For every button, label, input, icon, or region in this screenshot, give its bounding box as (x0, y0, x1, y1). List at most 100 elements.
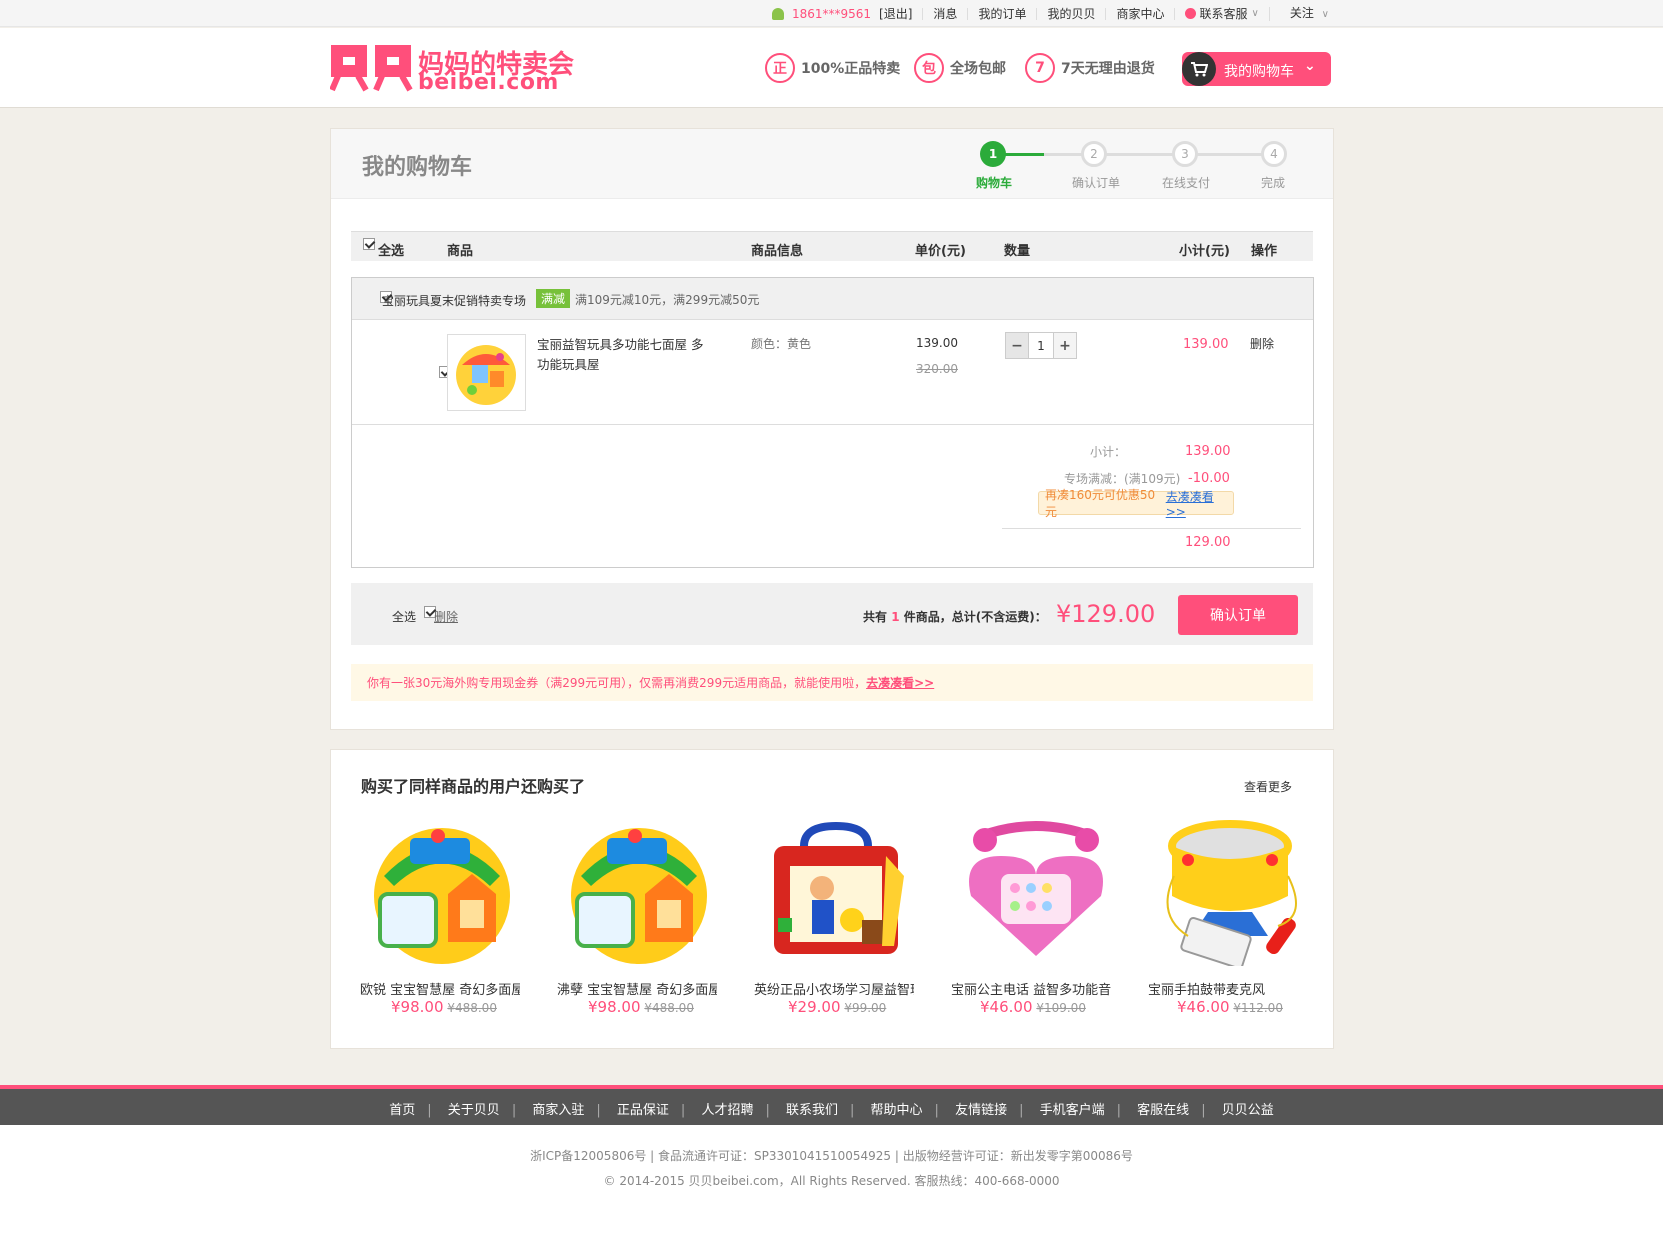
footer-legal: 浙ICP备12005806号 | 食品流通许可证：SP3301041510054… (0, 1125, 1663, 1237)
follow-label: 关注 (1289, 5, 1314, 20)
my-orders-link[interactable]: 我的订单 (967, 7, 1036, 20)
product-card[interactable]: 宝丽公主电话 益智多功能音乐 ¥46.00 ¥109.00 (951, 816, 1121, 1021)
step-line (1044, 153, 1274, 156)
footer-link[interactable]: 关于贝贝 (436, 1103, 512, 1118)
discount-tip-link[interactable]: 去凑凑看>> (1166, 488, 1233, 519)
product-card[interactable]: 英纷正品小农场学习屋益智玩 ¥29.00 ¥99.00 (754, 816, 924, 1021)
product-card[interactable]: 宝丽手拍鼓带麦克风 ¥46.00 ¥112.00 (1148, 816, 1318, 1021)
step-2-label: 确认订单 (1072, 176, 1121, 190)
view-more-link[interactable]: 查看更多 (1244, 778, 1292, 795)
item-divider (352, 424, 1313, 425)
promise-label: 全场包邮 (950, 61, 1006, 77)
count-prefix: 共有 (863, 610, 888, 624)
logout-link[interactable]: [退出] (879, 8, 912, 20)
coupon-link[interactable]: 去凑凑看>> (866, 674, 934, 691)
col-subtotal: 小计(元) (1179, 244, 1230, 259)
delete-item-link[interactable]: 删除 (1250, 335, 1274, 352)
col-qty: 数量 (1004, 244, 1031, 259)
footer-link[interactable]: 首页 (377, 1103, 427, 1118)
footer-link[interactable]: 正品保证 (605, 1103, 681, 1118)
messages-link[interactable]: 消息 (922, 7, 967, 20)
product-name: 沸孽 宝宝智慧屋 奇幻多面屋 (557, 983, 717, 998)
decrease-button[interactable]: − (1006, 333, 1028, 358)
copyright-text: © 2014-2015 贝贝beibei.com，All Rights Rese… (603, 1174, 1060, 1188)
footer-nav: 首页 | 关于贝贝 | 商家入驻 | 正品保证 | 人才招聘 | 联系我们 | 帮助中心 | … (0, 1085, 1663, 1125)
table-header (351, 231, 1313, 261)
product-card[interactable]: 欧锐 宝宝智慧屋 奇幻多面屋 ¥98.00 ¥488.00 (360, 816, 530, 1021)
promo-text: 满109元减10元，满299元减50元 (575, 293, 760, 307)
footer-link[interactable]: 帮助中心 (859, 1103, 935, 1118)
product-orig-price: ¥488.00 (644, 1001, 694, 1015)
cart-icon (1182, 52, 1216, 86)
step-4-label: 完成 (1261, 176, 1286, 190)
authentic-icon: 正 (765, 53, 795, 83)
store-group (351, 277, 1314, 568)
item-name[interactable]: 宝丽益智玩具多功能七面屋 多功能玩具屋 (537, 335, 707, 375)
promo-badge: 满减 (536, 289, 571, 308)
toy-house-image (374, 828, 510, 964)
product-price-row: ¥46.00 ¥112.00 (1177, 998, 1283, 1016)
product-orig-price: ¥488.00 (447, 1001, 497, 1015)
summary-discount-label: 专场满减：(满109元) (1064, 472, 1181, 486)
icp-text: 浙ICP备12005806号 | 食品流通许可证：SP3301041510054… (530, 1149, 1133, 1163)
product-orig-price: ¥109.00 (1036, 1001, 1086, 1015)
confirm-order-button[interactable]: 确认订单 (1178, 595, 1298, 635)
product-card[interactable]: 沸孽 宝宝智慧屋 奇幻多面屋 ¥98.00 ¥488.00 (557, 816, 727, 1021)
promise-return: 7 7天无理由退货 (1025, 53, 1155, 83)
item-price: 139.00 (916, 336, 958, 350)
shipping-icon: 包 (914, 53, 944, 83)
quantity-input[interactable]: 1 (1028, 333, 1054, 358)
my-beibei-link[interactable]: 我的贝贝 (1036, 7, 1105, 20)
product-price: ¥98.00 (391, 998, 444, 1016)
user-account[interactable]: 1861***9561 [退出] (762, 6, 922, 21)
product-name: 宝丽手拍鼓带麦克风 (1148, 983, 1266, 998)
beibei-logo[interactable]: 妈妈的特卖会 beibei.com (330, 44, 574, 95)
merchant-center-link[interactable]: 商家中心 (1105, 7, 1174, 20)
chevron-down-icon: ∨ (1251, 7, 1259, 19)
col-product: 商品 (447, 244, 474, 259)
store-name[interactable]: 宝丽玩具夏末促销特卖专场 (382, 292, 526, 309)
step-1-dot: 1 (980, 141, 1006, 167)
footer-link[interactable]: 商家入驻 (520, 1103, 596, 1118)
toy-house-image (571, 828, 707, 964)
promise-label: 7天无理由退货 (1061, 61, 1155, 77)
product-price: ¥29.00 (788, 998, 841, 1016)
footer-link[interactable]: 友情链接 (943, 1103, 1019, 1118)
footer-link[interactable]: 人才招聘 (689, 1103, 765, 1118)
support-label: 联系客服 (1199, 6, 1248, 21)
summary-subtotal-label: 小计： (1090, 445, 1127, 459)
bottom-select-all-label[interactable]: 全选 (392, 608, 416, 625)
user-phone: 1861***9561 (791, 6, 872, 21)
product-name: 英纷正品小农场学习屋益智玩 (754, 983, 914, 998)
footer-link[interactable]: 联系我们 (774, 1103, 850, 1118)
bottom-delete-link[interactable]: 删除 (434, 608, 458, 625)
increase-button[interactable]: + (1054, 333, 1076, 358)
discount-tip: 再凑160元可优惠50元 去凑凑看>> (1038, 488, 1234, 519)
product-orig-price: ¥99.00 (844, 1001, 887, 1015)
support-menu[interactable]: 联系客服 ∨ (1174, 6, 1268, 21)
select-all-checkbox[interactable] (363, 238, 375, 250)
quantity-stepper: − 1 + (1005, 332, 1077, 359)
top-bar: 1861***9561 [退出] 消息 我的订单 我的贝贝 商家中心 联系客服 … (0, 0, 1663, 27)
follow-menu[interactable]: 关注 ∨ (1268, 5, 1339, 21)
footer-link[interactable]: 贝贝公益 (1210, 1103, 1286, 1118)
product-price: ¥46.00 (980, 998, 1033, 1016)
step-3-label: 在线支付 (1162, 176, 1211, 190)
footer-links: 首页 | 关于贝贝 | 商家入驻 | 正品保证 | 人才招聘 | 联系我们 | 帮助中心 | … (0, 1099, 1663, 1118)
product-orig-price: ¥112.00 (1233, 1001, 1283, 1015)
discount-tip-text: 再凑160元可优惠50元 (1045, 488, 1156, 519)
item-orig-price: 320.00 (916, 362, 958, 376)
col-info: 商品信息 (751, 244, 804, 259)
summary-discount: -10.00 (1188, 471, 1230, 486)
product-name: 宝丽公主电话 益智多功能音乐 (951, 983, 1111, 998)
toy-phone-image (969, 821, 1103, 956)
item-thumbnail[interactable] (447, 334, 526, 411)
footer-link[interactable]: 手机客户端 (1028, 1103, 1117, 1118)
col-price: 单价(元) (915, 244, 966, 259)
product-price-row: ¥46.00 ¥109.00 (980, 998, 1086, 1016)
group-total: 129.00 (1185, 535, 1231, 550)
step-3-dot: 3 (1172, 141, 1198, 167)
footer-link[interactable]: 客服在线 (1125, 1103, 1201, 1118)
chevron-down-icon: ∨ (1321, 8, 1329, 20)
product-price: ¥98.00 (588, 998, 641, 1016)
